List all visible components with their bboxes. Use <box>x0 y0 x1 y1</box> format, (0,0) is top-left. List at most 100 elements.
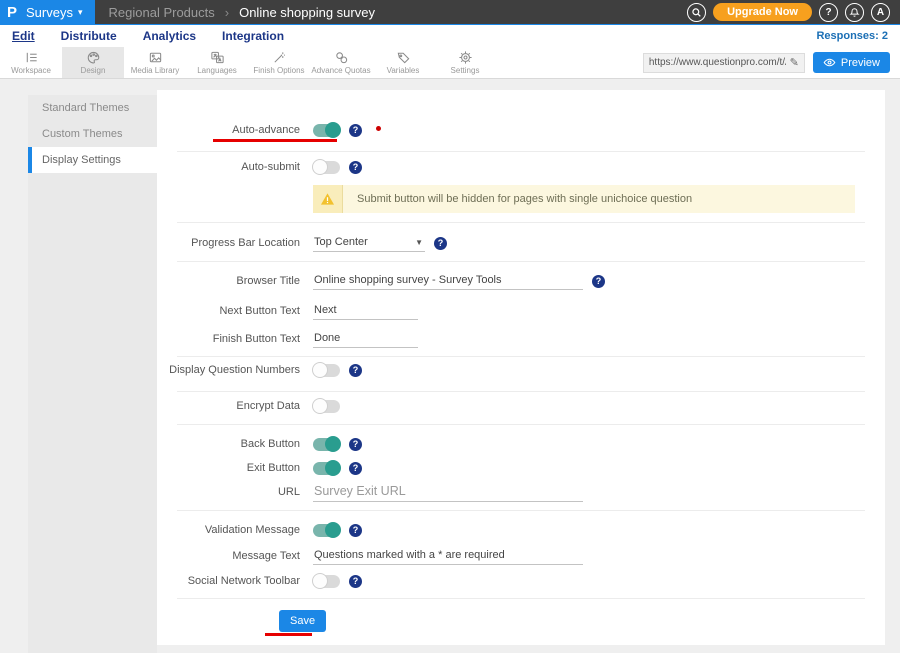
social-network-toolbar-row: Social Network Toolbar ? <box>157 571 885 591</box>
toolbar-label: Advance Quotas <box>311 66 370 75</box>
toolbar-item-languages[interactable]: Languages <box>186 47 248 78</box>
toolbar-item-advance-quotas[interactable]: Advance Quotas <box>310 47 372 78</box>
toggle-knob <box>312 362 328 378</box>
exit-button-help-icon[interactable]: ? <box>349 462 362 475</box>
auto-advance-toggle[interactable] <box>313 124 340 137</box>
media-library-icon <box>148 50 163 65</box>
auto-submit-warning: Submit button will be hidden for pages w… <box>313 185 855 213</box>
responses-count[interactable]: Responses: 2 <box>816 30 888 42</box>
sidebar-item-standard-themes[interactable]: Standard Themes <box>28 95 157 121</box>
toggle-knob <box>312 159 328 175</box>
progress-bar-location-select[interactable]: Top Center ▼ <box>313 234 425 252</box>
app-logo-menu[interactable]: P Surveys ▾ <box>0 0 95 24</box>
validation-message-row: Validation Message ? <box>157 520 885 540</box>
display-settings-panel: Auto-advance ? Auto-submit ? Submit butt… <box>157 90 885 645</box>
validation-message-toggle[interactable] <box>313 524 340 537</box>
auto-advance-help-icon[interactable]: ? <box>349 124 362 137</box>
encrypt-data-toggle[interactable] <box>313 400 340 413</box>
toolbar-label: Finish Options <box>253 66 304 75</box>
notifications-bell-icon[interactable] <box>845 3 864 22</box>
avatar[interactable]: A <box>871 3 890 22</box>
survey-url-field[interactable]: https://www.questionpro.com/t/APNrFZ ✎ <box>643 53 805 73</box>
progress-bar-location-label: Progress Bar Location <box>157 237 300 249</box>
chevron-down-icon: ▾ <box>78 7 83 18</box>
languages-icon <box>210 50 225 65</box>
toggle-knob <box>325 460 341 476</box>
surveys-menu[interactable]: Surveys ▾ <box>26 5 83 20</box>
toolbar-item-design[interactable]: Design <box>62 47 124 78</box>
tab-distribute[interactable]: Distribute <box>61 29 117 43</box>
toolbar-item-settings[interactable]: Settings <box>434 47 496 78</box>
help-icon[interactable]: ? <box>819 3 838 22</box>
browser-title-help-icon[interactable]: ? <box>592 275 605 288</box>
divider <box>177 151 865 152</box>
validation-message-help-icon[interactable]: ? <box>349 524 362 537</box>
toggle-knob <box>325 122 341 138</box>
toolbar-label: Settings <box>451 66 480 75</box>
questionpro-logo: P <box>7 5 17 20</box>
warning-icon-cell <box>313 185 343 213</box>
next-button-text-input[interactable] <box>313 302 418 320</box>
auto-submit-help-icon[interactable]: ? <box>349 161 362 174</box>
toolbar-label: Media Library <box>131 66 179 75</box>
social-network-toolbar-toggle[interactable] <box>313 575 340 588</box>
toggle-knob <box>325 522 341 538</box>
settings-gear-icon <box>458 50 473 65</box>
toolbar-item-variables[interactable]: Variables <box>372 47 434 78</box>
auto-submit-label: Auto-submit <box>157 161 300 173</box>
finish-options-wand-icon <box>272 50 287 65</box>
exit-button-row: Exit Button ? <box>157 458 885 478</box>
breadcrumb-parent[interactable]: Regional Products <box>109 5 215 20</box>
finish-button-text-input[interactable] <box>313 330 418 348</box>
exit-button-label: Exit Button <box>157 462 300 474</box>
social-network-toolbar-label: Social Network Toolbar <box>157 575 300 587</box>
breadcrumb-current: Online shopping survey <box>239 5 375 20</box>
upgrade-now-button[interactable]: Upgrade Now <box>713 3 812 21</box>
finish-button-text-row: Finish Button Text <box>157 329 885 349</box>
social-network-toolbar-help-icon[interactable]: ? <box>349 575 362 588</box>
design-palette-icon <box>86 50 101 65</box>
preview-button-label: Preview <box>841 57 880 69</box>
display-question-numbers-label: Display Question Numbers <box>157 364 300 376</box>
breadcrumb-separator-icon: › <box>225 5 229 20</box>
tab-integration[interactable]: Integration <box>222 29 284 43</box>
display-question-numbers-toggle[interactable] <box>313 364 340 377</box>
toggle-knob <box>312 573 328 589</box>
next-button-text-row: Next Button Text <box>157 301 885 321</box>
tab-edit[interactable]: Edit <box>12 29 35 43</box>
sidebar-item-custom-themes[interactable]: Custom Themes <box>28 121 157 147</box>
design-sidebar: Standard Themes Custom Themes Display Se… <box>28 95 157 653</box>
progress-bar-location-value: Top Center <box>314 236 368 248</box>
validation-message-label: Validation Message <box>157 524 300 536</box>
auto-submit-row: Auto-submit ? <box>157 157 885 177</box>
progress-bar-help-icon[interactable]: ? <box>434 237 447 250</box>
toolbar-item-workspace[interactable]: Workspace <box>0 47 62 78</box>
encrypt-data-label: Encrypt Data <box>157 400 300 412</box>
tab-analytics[interactable]: Analytics <box>143 29 196 43</box>
back-button-help-icon[interactable]: ? <box>349 438 362 451</box>
edit-url-pencil-icon[interactable]: ✎ <box>790 56 799 69</box>
progress-bar-location-row: Progress Bar Location Top Center ▼ ? <box>157 233 885 253</box>
toolbar-item-media-library[interactable]: Media Library <box>124 47 186 78</box>
divider <box>177 222 865 223</box>
breadcrumb: Regional Products › Online shopping surv… <box>109 5 375 20</box>
divider <box>177 598 865 599</box>
auto-submit-toggle[interactable] <box>313 161 340 174</box>
back-button-toggle[interactable] <box>313 438 340 451</box>
exit-button-toggle[interactable] <box>313 462 340 475</box>
search-icon[interactable] <box>687 3 706 22</box>
annotation-underline-auto-advance <box>213 139 337 142</box>
annotation-red-dot <box>376 126 381 131</box>
sidebar-item-display-settings[interactable]: Display Settings <box>28 147 157 173</box>
display-question-numbers-help-icon[interactable]: ? <box>349 364 362 377</box>
display-question-numbers-row: Display Question Numbers ? <box>157 360 885 380</box>
toolbar-item-finish-options[interactable]: Finish Options <box>248 47 310 78</box>
preview-button[interactable]: Preview <box>813 52 890 73</box>
exit-url-input[interactable] <box>313 482 583 502</box>
save-button[interactable]: Save <box>279 610 326 632</box>
browser-title-input[interactable] <box>313 272 583 290</box>
message-text-input[interactable] <box>313 547 583 565</box>
back-button-label: Back Button <box>157 438 300 450</box>
content-area: Standard Themes Custom Themes Display Se… <box>0 79 900 653</box>
toolbar-right: https://www.questionpro.com/t/APNrFZ ✎ P… <box>643 47 900 78</box>
